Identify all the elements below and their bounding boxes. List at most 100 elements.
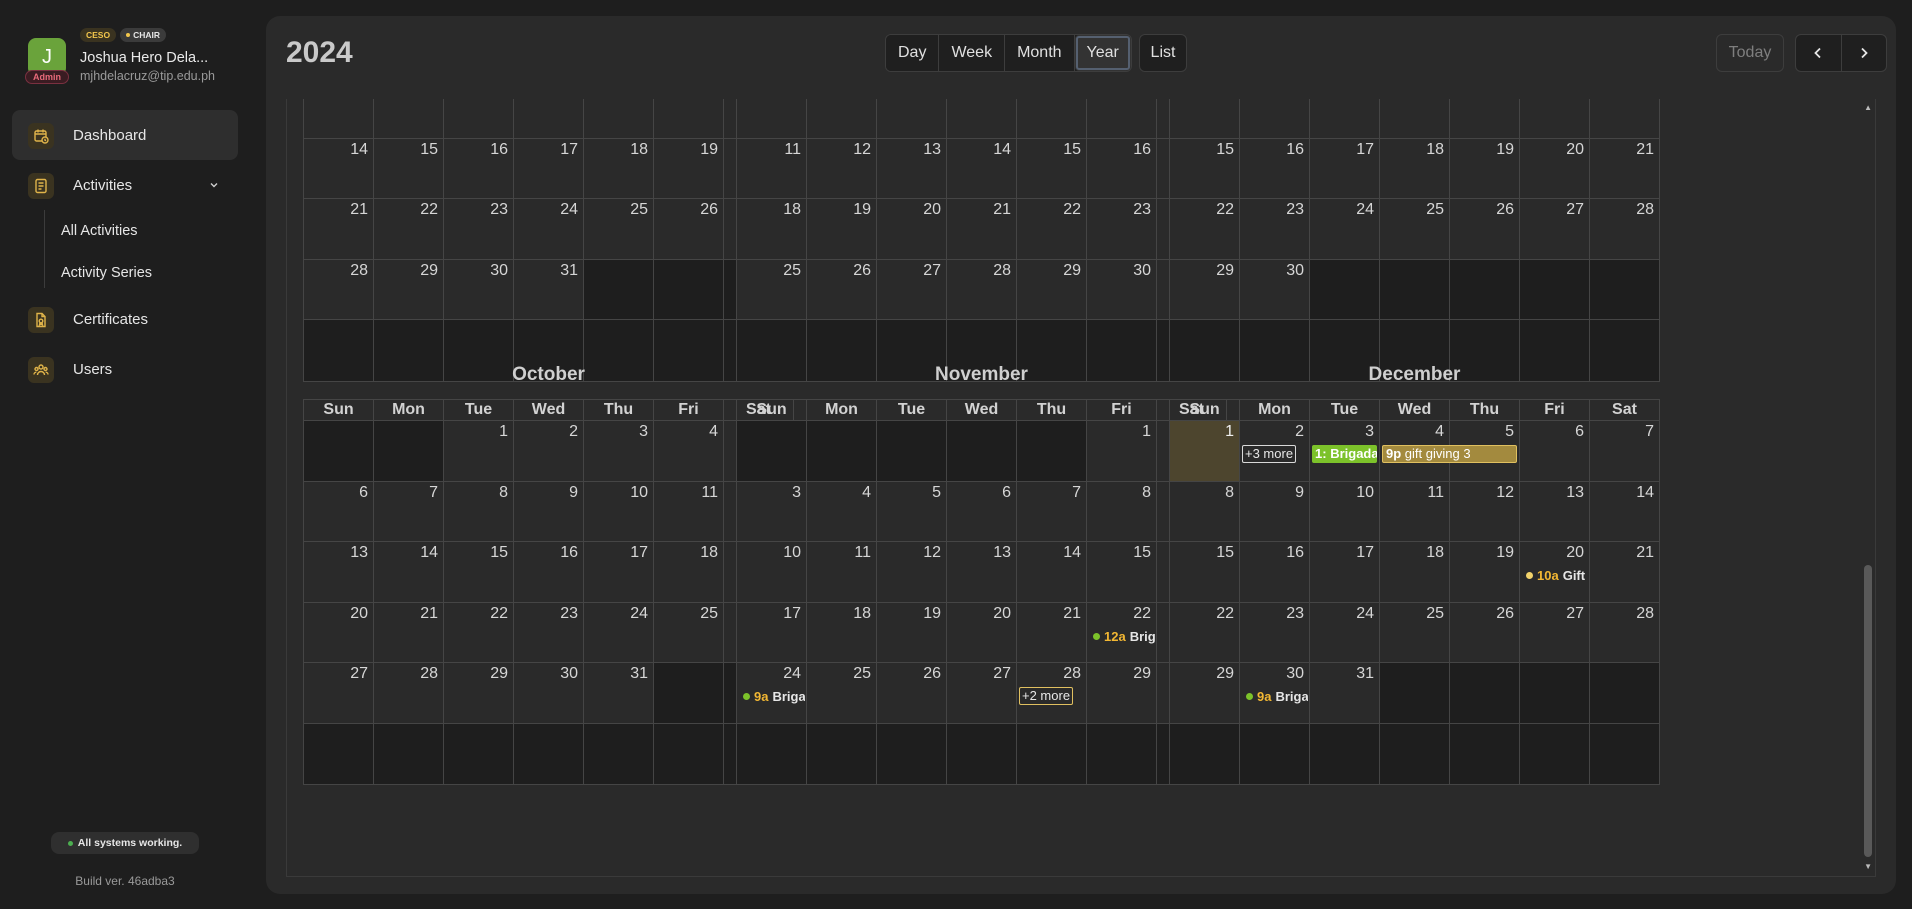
day-cell[interactable]: 10 <box>737 542 807 602</box>
day-cell[interactable]: 20 <box>304 602 374 662</box>
day-number[interactable]: 27 <box>923 262 941 280</box>
scroll-down-arrow-icon[interactable]: ▼ <box>1864 862 1872 871</box>
scrollbar-thumb[interactable] <box>1864 565 1872 857</box>
day-number[interactable]: 7 <box>429 484 438 502</box>
day-cell[interactable]: 29 <box>1087 663 1157 723</box>
day-cell[interactable]: 4 <box>654 421 724 481</box>
day-cell[interactable]: 20 10aGift giving <box>1520 542 1590 602</box>
day-number[interactable]: 28 <box>1063 665 1081 683</box>
day-number[interactable]: 28 <box>420 665 438 683</box>
more-events-link[interactable]: +2 more <box>1019 687 1074 705</box>
day-cell[interactable]: 2 +3 more <box>1240 421 1310 481</box>
day-cell[interactable]: 10 <box>514 99 584 138</box>
day-number[interactable]: 15 <box>1216 141 1234 159</box>
day-number[interactable]: 15 <box>490 544 508 562</box>
day-number[interactable]: 27 <box>1566 201 1584 219</box>
day-number[interactable]: 27 <box>993 665 1011 683</box>
day-cell[interactable]: 8 <box>1170 481 1240 541</box>
scrollbar[interactable]: ▲ ▼ <box>1861 99 1875 876</box>
day-number[interactable]: 30 <box>560 665 578 683</box>
day-cell[interactable]: 14 <box>947 138 1017 198</box>
day-cell[interactable]: 23 <box>1240 199 1310 259</box>
day-cell[interactable]: 16 <box>444 138 514 198</box>
day-cell[interactable]: 28 <box>1590 199 1659 259</box>
day-cell[interactable]: 15 <box>1017 138 1087 198</box>
day-cell[interactable]: 8 <box>1017 99 1087 138</box>
day-cell[interactable]: 27 <box>304 663 374 723</box>
day-cell[interactable]: 8 <box>444 481 514 541</box>
day-number[interactable]: 23 <box>1286 201 1304 219</box>
day-number[interactable]: 27 <box>350 665 368 683</box>
day-cell[interactable]: 27 <box>877 259 947 319</box>
day-number[interactable]: 20 <box>1566 141 1584 159</box>
view-month-button[interactable]: Month <box>1005 35 1075 71</box>
day-cell[interactable]: 29 <box>1170 259 1240 319</box>
day-number[interactable]: 28 <box>350 262 368 280</box>
day-number[interactable]: 29 <box>490 665 508 683</box>
day-number[interactable]: 8 <box>499 484 508 502</box>
day-cell[interactable]: 13 <box>304 542 374 602</box>
day-cell[interactable]: 25 <box>737 259 807 319</box>
day-cell[interactable]: 30 <box>1240 259 1310 319</box>
day-number[interactable]: 17 <box>630 544 648 562</box>
day-cell[interactable]: 28 +2 more <box>1017 663 1087 723</box>
day-cell[interactable]: 8 <box>1087 481 1157 541</box>
next-button[interactable] <box>1842 35 1887 71</box>
day-number[interactable]: 6 <box>1575 423 1584 441</box>
day-cell[interactable]: 25 <box>654 602 724 662</box>
day-number[interactable]: 7 <box>1072 484 1081 502</box>
day-cell[interactable]: 17 <box>514 138 584 198</box>
sidebar-item-dashboard[interactable]: Dashboard <box>12 110 238 160</box>
day-cell[interactable]: 2 <box>514 421 584 481</box>
day-number[interactable]: 8 <box>1142 484 1151 502</box>
day-cell[interactable]: 15 <box>1170 542 1240 602</box>
day-number[interactable]: 8 <box>1225 484 1234 502</box>
day-cell[interactable]: 25 <box>1380 602 1450 662</box>
view-week-button[interactable]: Week <box>939 35 1006 71</box>
day-number[interactable]: 26 <box>1496 605 1514 623</box>
day-cell[interactable]: 27 <box>1520 199 1590 259</box>
day-number[interactable]: 29 <box>1216 665 1234 683</box>
day-cell[interactable]: 22 <box>1170 199 1240 259</box>
day-number[interactable]: 30 <box>1286 665 1304 683</box>
day-number[interactable]: 25 <box>783 262 801 280</box>
day-cell[interactable]: 28 <box>304 259 374 319</box>
day-number[interactable]: 4 <box>862 484 871 502</box>
day-cell[interactable]: 14 <box>1590 481 1659 541</box>
day-cell[interactable]: 29 <box>444 663 514 723</box>
day-number[interactable]: 17 <box>1356 141 1374 159</box>
day-cell[interactable]: 29 <box>1170 663 1240 723</box>
day-cell[interactable]: 18 <box>584 138 654 198</box>
day-number[interactable]: 6 <box>1002 484 1011 502</box>
day-cell[interactable]: 7 <box>374 481 444 541</box>
day-cell[interactable]: 22 <box>444 602 514 662</box>
day-number[interactable]: 15 <box>1216 544 1234 562</box>
day-number[interactable]: 3 <box>792 484 801 502</box>
day-cell[interactable]: 25 <box>584 199 654 259</box>
day-cell[interactable]: 12 <box>1450 481 1520 541</box>
day-cell[interactable]: 24 <box>514 199 584 259</box>
day-number[interactable]: 14 <box>1063 544 1081 562</box>
day-number[interactable]: 10 <box>630 484 648 502</box>
day-cell[interactable]: 27 <box>1520 602 1590 662</box>
day-cell[interactable]: 21 <box>1590 542 1659 602</box>
day-cell[interactable]: 30 <box>444 259 514 319</box>
day-cell[interactable]: 5 <box>877 481 947 541</box>
day-cell[interactable]: 18 <box>654 542 724 602</box>
sidebar-item-all-activities[interactable]: All Activities <box>61 223 138 239</box>
day-cell[interactable]: 10 <box>584 481 654 541</box>
day-cell[interactable]: 31 <box>1310 663 1380 723</box>
day-number[interactable]: 25 <box>700 605 718 623</box>
day-cell[interactable]: 7 <box>947 99 1017 138</box>
day-number[interactable]: 13 <box>1566 484 1584 502</box>
day-number[interactable]: 6 <box>359 484 368 502</box>
day-number[interactable]: 17 <box>1356 544 1374 562</box>
day-number[interactable]: 22 <box>1133 605 1151 623</box>
day-number[interactable]: 11 <box>784 141 801 159</box>
sidebar-item-users[interactable]: Users <box>12 344 238 394</box>
day-cell[interactable]: 16 <box>1240 542 1310 602</box>
day-number[interactable]: 24 <box>560 201 578 219</box>
day-cell[interactable]: 22 12aBrigada <box>1087 602 1157 662</box>
day-cell[interactable]: 18 <box>737 199 807 259</box>
day-number[interactable]: 5 <box>932 484 941 502</box>
